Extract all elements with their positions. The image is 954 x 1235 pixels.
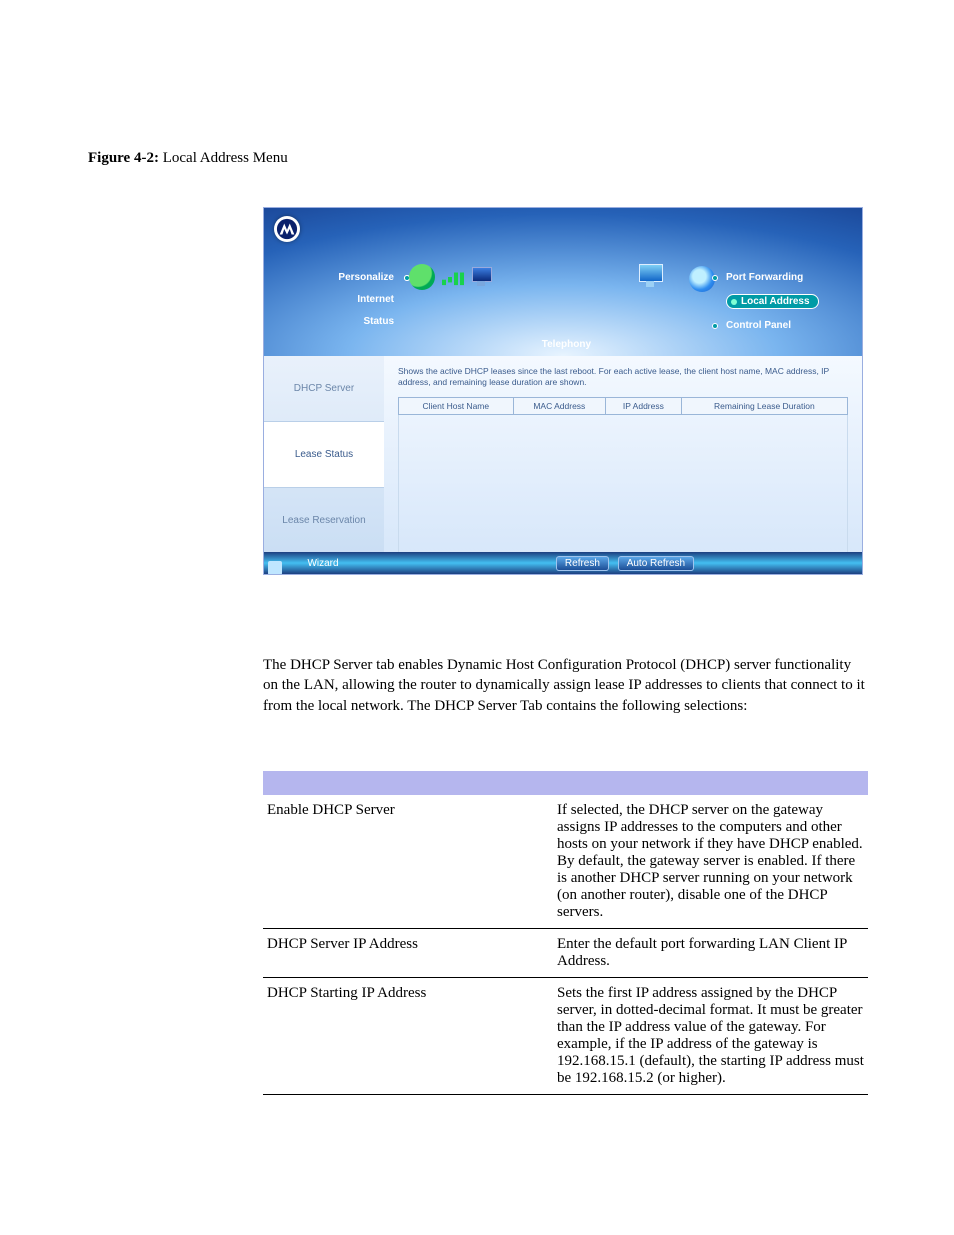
router-header: Personalize Internet Status Port Forward…	[264, 208, 862, 356]
computer-icon	[469, 264, 495, 290]
motorola-logo-icon	[274, 216, 300, 242]
right-section-menu: Port Forwarding Local Address Control Pa…	[712, 272, 842, 342]
auto-refresh-button[interactable]: Auto Refresh	[618, 556, 694, 571]
lease-status-panel: Shows the active DHCP leases since the l…	[384, 356, 862, 554]
refresh-button[interactable]: Refresh	[556, 556, 609, 571]
bullet-icon	[712, 275, 718, 281]
menu-item-telephony[interactable]: Telephony	[264, 339, 862, 350]
network-icon-group	[639, 264, 695, 290]
left-section-menu: Personalize Internet Status	[284, 272, 394, 338]
lease-table: Client Host Name MAC Address IP Address …	[398, 397, 848, 565]
col-ip-address[interactable]: IP Address	[606, 397, 682, 414]
field-desc: Enter the default port forwarding LAN Cl…	[553, 928, 868, 977]
router-ui-screenshot: Personalize Internet Status Port Forward…	[263, 207, 863, 575]
side-tab-lease-reservation[interactable]: Lease Reservation	[264, 488, 384, 554]
field-desc: If selected, the DHCP server on the gate…	[553, 795, 868, 929]
col-mac-address[interactable]: MAC Address	[513, 397, 605, 414]
menu-item-port-forwarding[interactable]: Port Forwarding	[712, 272, 842, 283]
side-tab-lease-status[interactable]: Lease Status	[264, 422, 384, 488]
col-client-host[interactable]: Client Host Name	[399, 397, 514, 414]
col-lease-remain[interactable]: Remaining Lease Duration	[681, 397, 847, 414]
wizard-icon	[268, 561, 282, 575]
side-tab-list: DHCP Server Lease Status Lease Reservati…	[264, 356, 384, 554]
figure-title: Local Address Menu	[163, 150, 288, 166]
menu-item-personalize[interactable]: Personalize	[284, 272, 394, 283]
table-row: DHCP Server IP Address Enter the default…	[263, 928, 868, 977]
menu-item-control-panel[interactable]: Control Panel	[712, 320, 842, 331]
signal-bars-icon	[439, 265, 465, 288]
active-pill: Local Address	[726, 294, 819, 309]
lease-description: Shows the active DHCP leases since the l…	[398, 366, 848, 389]
menu-item-internet[interactable]: Internet	[284, 294, 394, 305]
globe-icon	[409, 264, 435, 290]
side-tab-dhcp-server[interactable]: DHCP Server	[264, 356, 384, 422]
field-desc: Sets the first IP address assigned by th…	[553, 977, 868, 1094]
table-row: Enable DHCP Server If selected, the DHCP…	[263, 795, 868, 929]
field-name: Enable DHCP Server	[263, 795, 553, 929]
dhcp-options-table: Enable DHCP Server If selected, the DHCP…	[263, 771, 868, 1095]
router-footer: Wizard Refresh Auto Refresh	[264, 552, 862, 574]
field-name: DHCP Server IP Address	[263, 928, 553, 977]
figure-label: Figure 4-2:	[88, 150, 159, 166]
wizard-button[interactable]: Wizard	[264, 558, 382, 569]
bullet-icon	[712, 323, 718, 329]
internet-icon-group	[409, 264, 495, 290]
table-row: DHCP Starting IP Address Sets the first …	[263, 977, 868, 1094]
menu-item-local-address[interactable]: Local Address	[712, 294, 842, 309]
field-name: DHCP Starting IP Address	[263, 977, 553, 1094]
monitor-icon	[639, 264, 665, 290]
dhcp-intro-paragraph: The DHCP Server tab enables Dynamic Host…	[263, 655, 868, 716]
figure-caption: Figure 4-2: Local Address Menu	[88, 150, 866, 167]
menu-item-status[interactable]: Status	[284, 316, 394, 327]
lease-table-empty	[399, 414, 848, 564]
